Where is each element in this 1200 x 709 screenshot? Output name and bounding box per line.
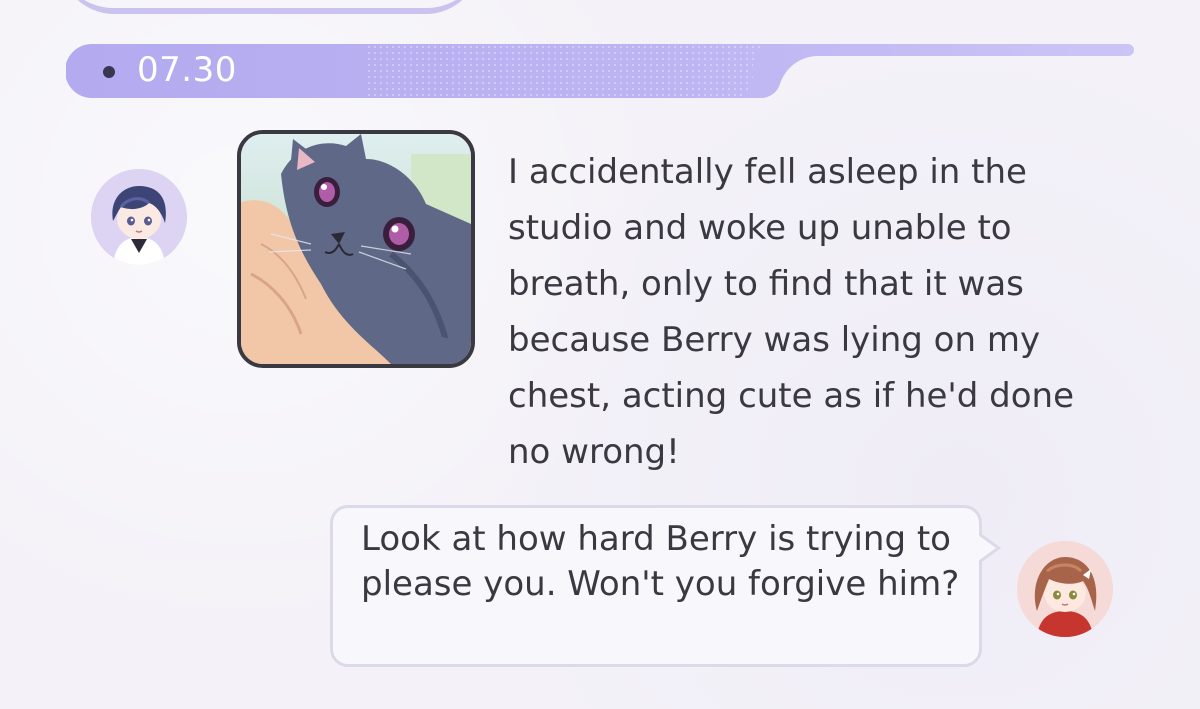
player-avatar[interactable] (1017, 541, 1113, 637)
npc-avatar[interactable] (91, 169, 187, 265)
cat-photo-image (241, 134, 471, 364)
player-reply-text: Look at how hard Berry is trying to plea… (361, 519, 960, 604)
player-avatar-icon (1017, 541, 1113, 637)
character-avatar-icon (91, 169, 187, 265)
npc-message-text: I accidentally fell asleep in the studio… (508, 152, 1074, 472)
date-bullet (103, 66, 115, 78)
cat-photo[interactable] (237, 130, 475, 368)
date-label: 07.30 (137, 50, 237, 90)
top-decoration-arc (60, 0, 480, 14)
